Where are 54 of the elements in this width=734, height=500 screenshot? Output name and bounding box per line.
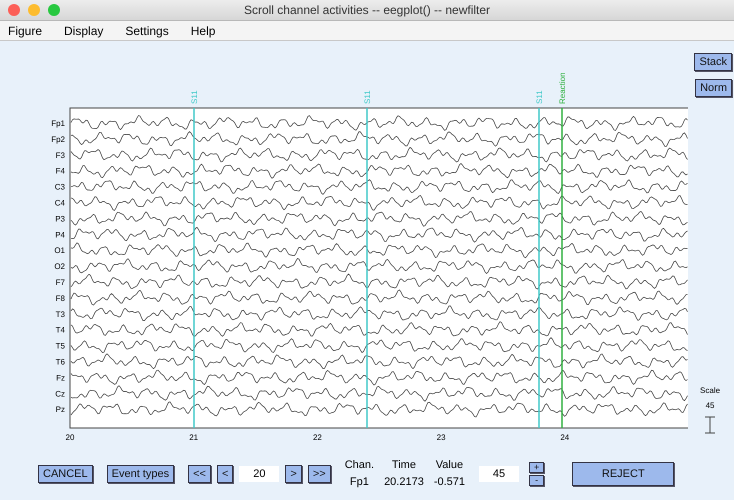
channel-label: O1 <box>54 246 65 256</box>
channel-label: T6 <box>56 358 65 366</box>
x-tick-label: 21 <box>189 433 198 442</box>
x-tick-label: 22 <box>312 433 322 442</box>
step-button[interactable]: - <box>529 474 544 486</box>
menu-item[interactable]: Display <box>64 24 104 38</box>
step-button[interactable]: + <box>529 462 544 472</box>
reject-button[interactable]: REJECT <box>572 462 674 486</box>
channel-label: Fp1 <box>51 119 65 128</box>
readout-header: Time <box>392 459 416 471</box>
channel-label: C3 <box>54 182 65 192</box>
channel-label: O2 <box>54 262 65 272</box>
channel-label: T4 <box>56 326 65 335</box>
side-button[interactable]: Norm <box>695 79 732 97</box>
scale-value: 45 <box>706 401 714 410</box>
x-tick-label: 23 <box>436 433 446 442</box>
cancel-button[interactable]: CANCEL <box>38 464 93 482</box>
channel-label: F7 <box>56 278 65 287</box>
channel-label: T3 <box>56 310 65 319</box>
readout-header: Value <box>436 459 464 471</box>
readout-header: Chan. <box>344 459 374 471</box>
channel-label: F4 <box>56 166 65 176</box>
readout-value: -0.571 <box>434 476 466 488</box>
channel-label: P4 <box>55 230 65 240</box>
window-title: Scroll channel activities -- eegplot() -- newfilter <box>242 3 492 17</box>
maximize-icon[interactable] <box>48 4 60 16</box>
readout-value: 20.2173 <box>384 476 424 488</box>
channel-label: Pz <box>56 405 65 414</box>
scale-bar-icon <box>704 416 716 434</box>
x-tick-label: 20 <box>66 433 74 442</box>
scroll-button[interactable]: > <box>285 464 302 482</box>
readout-value: Fp1 <box>350 476 369 488</box>
menu-item[interactable]: Figure <box>8 24 42 38</box>
side-button[interactable]: Stack <box>694 53 732 71</box>
channel-label: P3 <box>55 214 65 224</box>
time-field[interactable]: 20 <box>239 466 280 482</box>
menu-item[interactable]: Help <box>190 24 216 38</box>
scroll-button[interactable]: < <box>216 464 234 482</box>
menu-item[interactable]: Settings <box>125 24 169 38</box>
channel-label: F8 <box>56 294 65 303</box>
scale-field[interactable]: 45 <box>479 466 520 482</box>
channel-label: Fp2 <box>51 134 65 144</box>
channel-label: C4 <box>54 198 65 208</box>
channel-label: Cz <box>55 389 65 398</box>
scroll-button[interactable]: >> <box>308 464 331 482</box>
event-types-button[interactable]: Event types <box>106 464 174 482</box>
channel-label: Fz <box>56 373 65 382</box>
scroll-button[interactable]: << <box>188 464 211 482</box>
channel-label: F3 <box>56 150 65 160</box>
x-tick-label: 24 <box>560 433 570 442</box>
channel-label: T5 <box>56 342 65 351</box>
close-icon[interactable] <box>8 4 20 16</box>
scale-label: Scale <box>700 386 720 395</box>
minimize-icon[interactable] <box>28 4 40 16</box>
